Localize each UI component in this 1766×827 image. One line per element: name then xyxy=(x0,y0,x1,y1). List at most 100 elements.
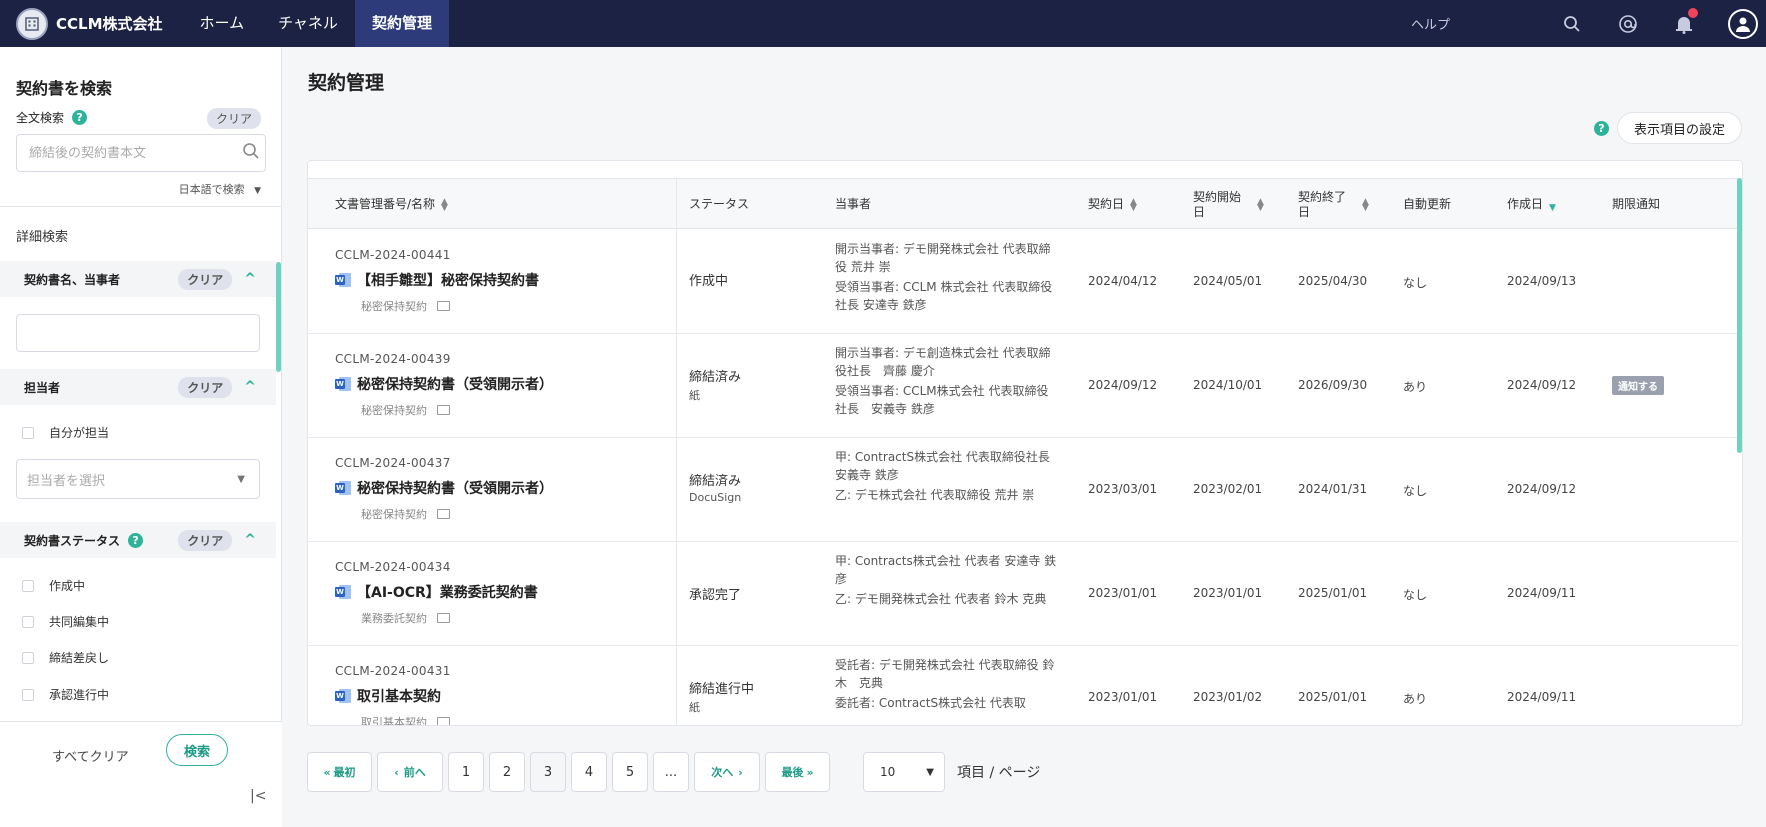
next-page-button[interactable]: 次へ › xyxy=(694,752,760,792)
folder-icon[interactable] xyxy=(437,717,450,725)
nav-channel[interactable]: チャネル xyxy=(261,0,355,47)
chevron-up-icon[interactable]: ^ xyxy=(244,532,256,548)
column-header-end-date[interactable]: 契約終了日 ▲ ▼ xyxy=(1298,179,1369,230)
self-owner-checkbox-row[interactable]: 自分が担当 xyxy=(22,424,109,441)
column-header-start-date[interactable]: 契約開始日 ▲ ▼ xyxy=(1193,179,1264,230)
page-button-current[interactable]: 3 xyxy=(530,752,566,792)
folder-icon[interactable] xyxy=(437,613,450,623)
parties-cell: 開示当事者: デモ開発株式会社 代表取締役 荒井 崇 受領当事者: CCLM 株… xyxy=(835,240,1060,314)
last-page-button[interactable]: 最後» xyxy=(765,752,830,792)
sort-icon[interactable]: ▲ ▼ xyxy=(1362,197,1369,212)
search-button[interactable]: 検索 xyxy=(166,734,228,766)
doc-name-text: 【相手雛型】秘密保持契約書 xyxy=(357,273,539,289)
first-label: 最初 xyxy=(333,766,356,779)
checkbox[interactable] xyxy=(22,426,34,439)
checkbox[interactable] xyxy=(22,579,34,592)
nav-contract-management[interactable]: 契約管理 xyxy=(354,0,449,47)
mention-icon[interactable] xyxy=(1616,12,1640,36)
status-option-row[interactable]: 承認進行中 xyxy=(22,686,109,703)
page-button[interactable]: 1 xyxy=(448,752,484,792)
sort-icon[interactable]: ▲ ▼ xyxy=(1257,197,1264,212)
party-line: 乙: デモ株式会社 代表取締役 荒井 崇 xyxy=(835,488,1035,502)
checkbox[interactable] xyxy=(22,688,34,701)
user-icon[interactable] xyxy=(1728,8,1758,39)
table-scrollbar[interactable] xyxy=(1737,178,1742,453)
page-button[interactable]: 2 xyxy=(489,752,525,792)
search-icon[interactable] xyxy=(1560,12,1584,36)
folder-icon[interactable] xyxy=(437,509,450,519)
status-sub-text: 紙 xyxy=(689,389,700,402)
column-header-auto-renew: 自動更新 xyxy=(1403,179,1451,230)
doc-name[interactable]: W 秘密保持契約書（受領開示者） xyxy=(335,374,553,394)
table-row[interactable]: CCLM-2024-00437 W 秘密保持契約書（受領開示者） 秘密保持契約 締… xyxy=(308,438,1738,542)
name-party-input[interactable] xyxy=(16,314,260,352)
header-label: 当事者 xyxy=(835,197,872,211)
collapse-sidebar-icon[interactable]: |< xyxy=(250,788,266,804)
doc-name[interactable]: W 【相手雛型】秘密保持契約書 xyxy=(335,270,539,290)
header-label-line-1: 契約開始 xyxy=(1193,189,1242,204)
start-date: 2024/10/01 xyxy=(1193,378,1263,392)
prev-page-button[interactable]: ‹ 前へ xyxy=(377,752,443,792)
chevron-up-icon[interactable]: ^ xyxy=(244,271,256,287)
table-row[interactable]: CCLM-2024-00434 W 【AI-OCR】業務委託契約書 業務委託契約 … xyxy=(308,542,1738,646)
owner-clear-button[interactable]: クリア xyxy=(178,376,233,398)
help-icon[interactable]: ? xyxy=(1593,120,1609,136)
company-logo[interactable]: CCLM株式会社 xyxy=(0,0,183,47)
column-header-created[interactable]: 作成日 ▲▼ xyxy=(1507,179,1556,230)
table-row[interactable]: CCLM-2024-00439 W 秘密保持契約書（受領開示者） 秘密保持契約 締… xyxy=(308,334,1738,438)
section-header-name-party[interactable]: 契約書名、当事者 クリア ^ xyxy=(0,261,276,297)
folder-icon[interactable] xyxy=(437,405,450,415)
status-option-row[interactable]: 作成中 xyxy=(22,577,85,594)
help-icon[interactable]: ? xyxy=(72,110,88,125)
folder-icon[interactable] xyxy=(437,301,450,311)
name-party-clear-button[interactable]: クリア xyxy=(178,268,233,290)
bell-icon[interactable] xyxy=(1672,5,1700,36)
sort-desc-icon[interactable]: ▲▼ xyxy=(1549,199,1556,212)
page-button[interactable]: 5 xyxy=(612,752,648,792)
auto-renew: なし xyxy=(1403,484,1428,498)
fulltext-search-box xyxy=(16,134,266,172)
search-icon[interactable] xyxy=(242,142,260,164)
doc-type: 秘密保持契約 xyxy=(361,506,450,522)
doc-type: 秘密保持契約 xyxy=(361,298,450,314)
checkbox[interactable] xyxy=(22,651,34,664)
search-language-select[interactable]: 日本語で検索 ▼ xyxy=(179,181,261,197)
fulltext-search-input[interactable] xyxy=(29,145,234,161)
section-header-status[interactable]: 契約書ステータス ? クリア ^ xyxy=(0,522,276,558)
clear-all-button[interactable]: すべてクリア xyxy=(52,746,129,765)
doc-name[interactable]: W 秘密保持契約書（受領開示者） xyxy=(335,478,553,498)
sidebar-scrollbar[interactable] xyxy=(276,262,281,372)
status-option-row[interactable]: 締結差戻し xyxy=(22,649,109,666)
first-page-button[interactable]: «最初 xyxy=(307,752,372,792)
display-settings-button[interactable]: 表示項目の設定 xyxy=(1616,112,1742,144)
nav-home[interactable]: ホーム xyxy=(183,0,262,47)
auto-renew: あり xyxy=(1403,380,1428,394)
page-ellipsis[interactable]: ... xyxy=(653,752,689,792)
contract-date: 2023/01/01 xyxy=(1088,586,1158,600)
doc-name[interactable]: W 取引基本契約 xyxy=(335,686,441,706)
chevron-up-icon[interactable]: ^ xyxy=(244,379,256,395)
doc-name[interactable]: W 【AI-OCR】業務委託契約書 xyxy=(335,582,538,602)
word-file-icon: W xyxy=(335,481,351,495)
sort-icon[interactable]: ▲ ▼ xyxy=(441,197,448,212)
section-title: 担当者 xyxy=(24,380,61,395)
status-clear-button[interactable]: クリア xyxy=(178,529,233,551)
help-link[interactable]: ヘルプ xyxy=(1411,14,1450,33)
checkbox[interactable] xyxy=(22,615,34,628)
column-header-doc[interactable]: 文書管理番号/名称 ▲ ▼ xyxy=(335,179,448,230)
per-page-select[interactable]: 10 ▼ xyxy=(863,752,945,792)
table-row[interactable]: CCLM-2024-00431 W 取引基本契約 取引基本契約 締結進行中 紙 受… xyxy=(308,646,1738,725)
created-date: 2024/09/11 xyxy=(1507,690,1577,704)
table-row[interactable]: CCLM-2024-00441 W 【相手雛型】秘密保持契約書 秘密保持契約 作成… xyxy=(308,230,1738,334)
doc-name-text: 秘密保持契約書（受領開示者） xyxy=(357,481,553,497)
section-header-owner[interactable]: 担当者 クリア ^ xyxy=(0,369,276,405)
fulltext-clear-button[interactable]: クリア xyxy=(207,108,262,129)
doc-number: CCLM-2024-00431 xyxy=(335,664,451,678)
page-button[interactable]: 4 xyxy=(571,752,607,792)
help-icon[interactable]: ? xyxy=(128,532,144,548)
sort-icon[interactable]: ▲ ▼ xyxy=(1130,197,1137,212)
status-option-row[interactable]: 共同編集中 xyxy=(22,613,109,630)
owner-select[interactable]: 担当者を選択 ▼ xyxy=(16,459,260,499)
column-header-contract-date[interactable]: 契約日 ▲ ▼ xyxy=(1088,179,1137,230)
checkbox-label: 作成中 xyxy=(49,579,86,593)
